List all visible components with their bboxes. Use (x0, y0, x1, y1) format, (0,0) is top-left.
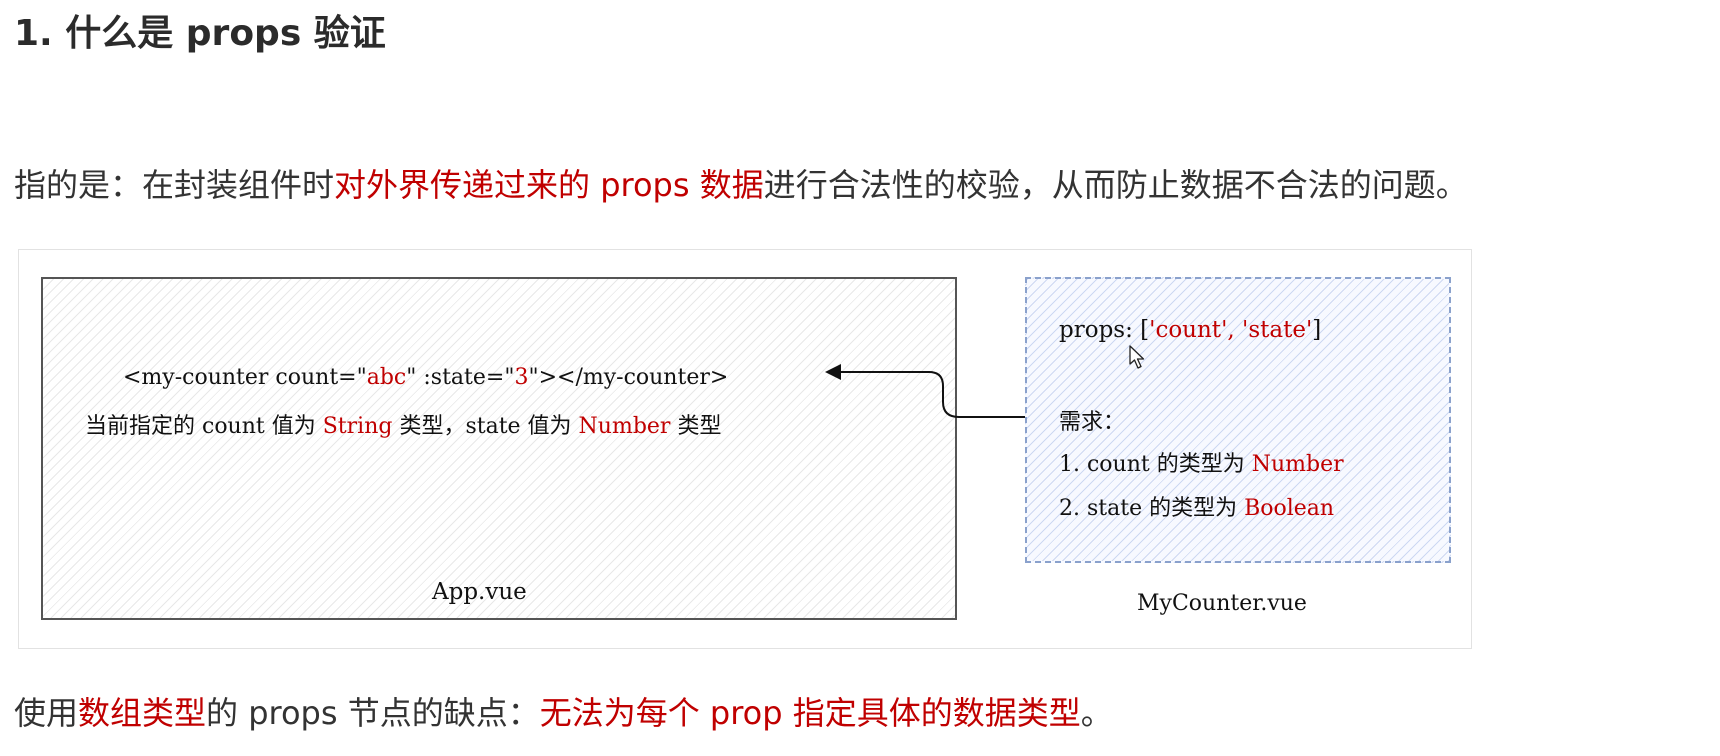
outro-part1: 使用 (14, 694, 79, 732)
outro-highlight-drawback: 无法为每个 prop 指定具体的数据类型 (539, 694, 1081, 732)
outro-part3: 。 (1080, 694, 1113, 732)
outro-paragraph: 使用数组类型的 props 节点的缺点：无法为每个 prop 指定具体的数据类型… (14, 690, 1113, 736)
intro-paragraph: 指的是：在封装组件时对外界传递过来的 props 数据进行合法性的校验，从而防止… (14, 162, 1468, 208)
intro-prefix: 指的是：在封装组件时 (14, 166, 335, 204)
arrow-left-icon (825, 364, 1025, 418)
intro-suffix: 进行合法性的校验，从而防止数据不合法的问题。 (763, 166, 1468, 204)
outro-highlight-array: 数组类型 (78, 694, 207, 732)
mouse-cursor-icon (1129, 345, 1145, 369)
page-title: 1. 什么是 props 验证 (14, 13, 386, 54)
outro-part2: 的 props 节点的缺点： (206, 694, 540, 732)
intro-highlight: 对外界传递过来的 props 数据 (334, 166, 764, 204)
props-validation-figure: <my-counter count="abc" :state="3"></my-… (18, 249, 1472, 649)
